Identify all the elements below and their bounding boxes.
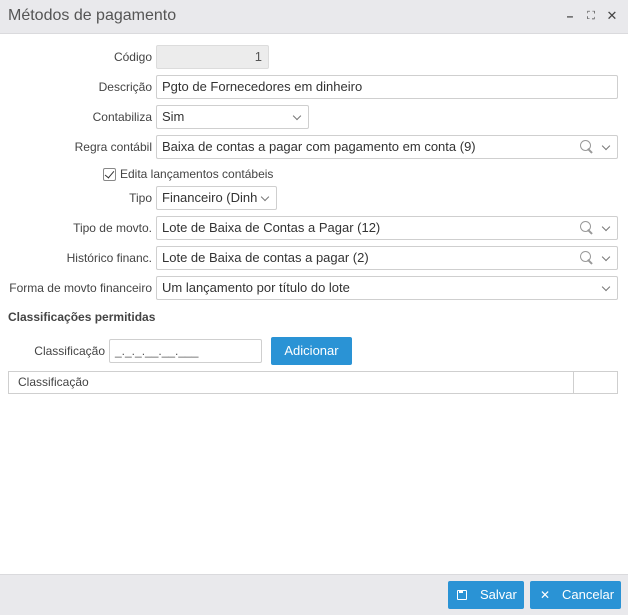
chevron-down-icon[interactable] xyxy=(260,187,270,209)
tipo-movto-select[interactable]: Lote de Baixa de Contas a Pagar (12) xyxy=(156,216,618,240)
minimize-icon[interactable]: – xyxy=(563,8,577,24)
codigo-field: 1 xyxy=(156,45,269,69)
contabiliza-label: Contabiliza xyxy=(92,110,152,124)
window-titlebar: Métodos de pagamento – ⛶ ✕ xyxy=(0,0,628,34)
chevron-down-icon[interactable] xyxy=(601,277,611,299)
cancel-button[interactable]: ✕ Cancelar xyxy=(530,581,621,609)
contabiliza-select[interactable]: Sim xyxy=(156,105,309,129)
grid-column-classificacao[interactable]: Classificação xyxy=(18,372,89,393)
classificacoes-title: Classificações permitidas xyxy=(8,310,156,324)
tipo-movto-value: Lote de Baixa de Contas a Pagar (12) xyxy=(162,220,381,235)
historico-financ-label: Histórico financ. xyxy=(66,251,152,265)
save-button-label: Salvar xyxy=(480,587,517,602)
search-icon[interactable] xyxy=(579,220,595,236)
historico-financ-value: Lote de Baixa de contas a pagar (2) xyxy=(162,250,369,265)
edita-lancamentos-label: Edita lançamentos contábeis xyxy=(120,167,274,181)
classificacao-label: Classificação xyxy=(34,344,105,358)
maximize-icon[interactable]: ⛶ xyxy=(584,8,598,24)
regra-contabil-value: Baixa de contas a pagar com pagamento em… xyxy=(162,139,476,154)
chevron-down-icon[interactable] xyxy=(292,106,302,128)
classificacoes-grid-header: Classificação xyxy=(8,371,618,394)
chevron-down-icon[interactable] xyxy=(601,247,611,269)
codigo-label: Código xyxy=(113,50,152,64)
add-button[interactable]: Adicionar xyxy=(271,337,352,365)
close-icon[interactable]: ✕ xyxy=(605,8,619,24)
save-button[interactable]: Salvar xyxy=(448,581,524,609)
close-icon: ✕ xyxy=(539,588,551,602)
descricao-label: Descrição xyxy=(98,80,152,94)
search-icon[interactable] xyxy=(579,250,595,266)
classificacao-input[interactable]: _._._.__.__.___ xyxy=(109,339,262,363)
chevron-down-icon[interactable] xyxy=(601,217,611,239)
save-icon xyxy=(457,590,467,600)
tipo-movto-label: Tipo de movto. xyxy=(73,221,152,235)
dialog-footer: Salvar ✕ Cancelar xyxy=(0,574,628,615)
forma-movto-label: Forma de movto financeiro xyxy=(9,281,152,295)
tipo-label: Tipo xyxy=(129,191,152,205)
forma-movto-select[interactable]: Um lançamento por título do lote xyxy=(156,276,618,300)
contabiliza-value: Sim xyxy=(162,109,185,124)
tipo-value: Financeiro (Dinh xyxy=(162,190,258,205)
window-title: Métodos de pagamento xyxy=(8,7,177,24)
tipo-select[interactable]: Financeiro (Dinh xyxy=(156,186,277,210)
grid-column-divider xyxy=(573,372,574,393)
historico-financ-select[interactable]: Lote de Baixa de contas a pagar (2) xyxy=(156,246,618,270)
regra-contabil-select[interactable]: Baixa de contas a pagar com pagamento em… xyxy=(156,135,618,159)
cancel-button-label: Cancelar xyxy=(562,587,615,602)
chevron-down-icon[interactable] xyxy=(601,136,611,158)
forma-movto-value: Um lançamento por título do lote xyxy=(162,280,350,295)
edita-lancamentos-checkbox[interactable] xyxy=(103,167,116,181)
search-icon[interactable] xyxy=(579,139,595,155)
regra-contabil-label: Regra contábil xyxy=(74,140,152,154)
descricao-input[interactable]: Pgto de Fornecedores em dinheiro xyxy=(156,75,618,99)
edita-lancamentos-row[interactable]: Edita lançamentos contábeis xyxy=(103,166,273,182)
